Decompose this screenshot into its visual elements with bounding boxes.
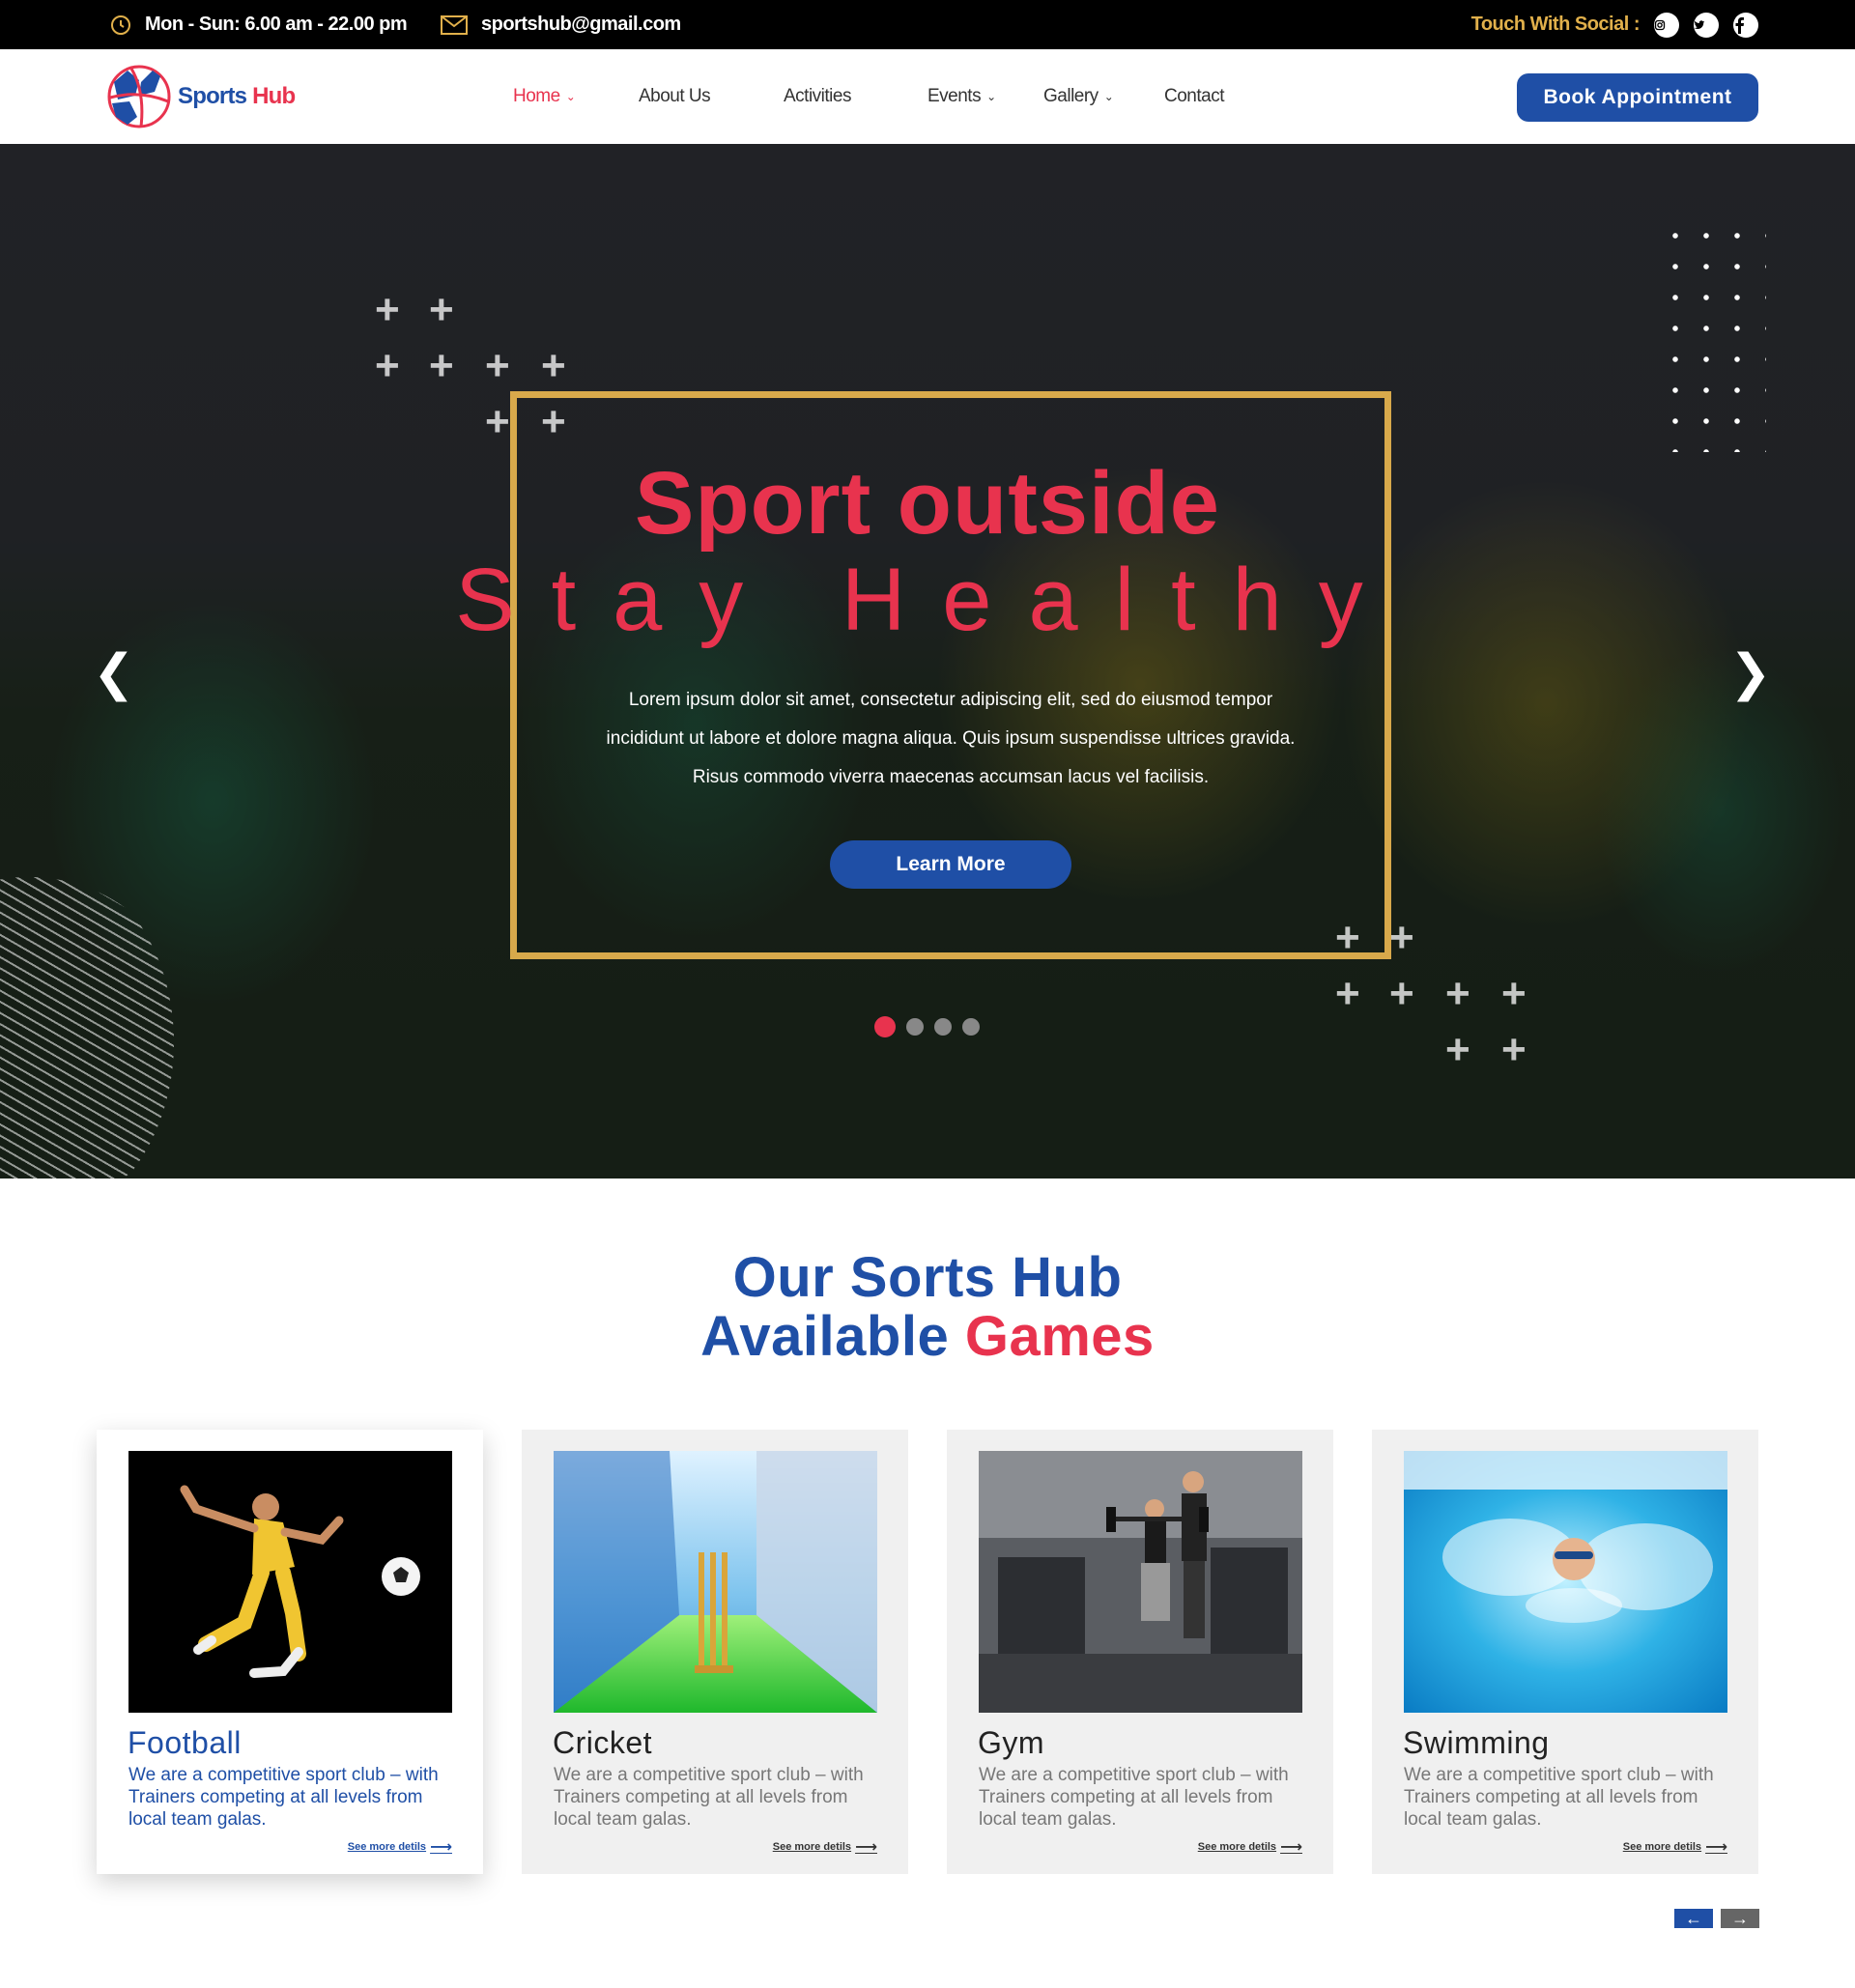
twitter-icon[interactable] (1694, 12, 1719, 38)
section-title-line1: Our Sorts Hub (0, 1248, 1855, 1307)
slider-prev-arrow-icon[interactable]: ❮ (93, 644, 135, 702)
card-description: We are a competitive sport club – with T… (554, 1765, 864, 1830)
see-more-link[interactable]: See more detils ⟶ (1198, 1837, 1302, 1857)
cricket-image (554, 1451, 877, 1713)
arrow-right-icon: ⟶ (1705, 1839, 1727, 1856)
card-description: We are a competitive sport club – with T… (128, 1765, 439, 1830)
section-title-text-2b: Games (964, 1305, 1155, 1368)
learn-more-button[interactable]: Learn More (830, 840, 1071, 889)
nav-label-events: Events (928, 86, 982, 106)
social-links: Touch With Social : (1471, 0, 1758, 49)
top-bar: Mon - Sun: 6.00 am - 22.00 pm sportshub@… (0, 0, 1855, 49)
social-label: Touch With Social : (1470, 14, 1641, 35)
chevron-down-icon: ⌄ (565, 90, 576, 103)
clock-icon (111, 14, 130, 35)
hero-slider: + + + + + + + + + + + + + + + + Sport outside Stay… (0, 144, 1855, 1179)
card-description: We are a competitive sport club – with T… (1404, 1765, 1714, 1830)
card-title: Cricket (553, 1725, 653, 1760)
nav-item-home[interactable]: Home ⌄ (513, 49, 576, 144)
slider-dot-3[interactable] (934, 1018, 952, 1036)
dot-grid-decoration (1660, 220, 1766, 452)
swimming-image (1404, 1451, 1727, 1713)
nav-item-gallery[interactable]: Gallery ⌄ (1043, 49, 1114, 144)
nav-label-home: Home (513, 86, 560, 106)
nav-item-contact[interactable]: Contact (1164, 49, 1224, 144)
gym-image (979, 1451, 1302, 1713)
cards-next-button[interactable]: → (1721, 1909, 1759, 1928)
nav-label-about: About Us (639, 86, 711, 106)
nav-item-events[interactable]: Events ⌄ (928, 49, 996, 144)
arrow-right-icon: ⟶ (855, 1839, 877, 1856)
see-more-text: See more detils (1622, 1841, 1702, 1853)
chevron-down-icon: ⌄ (986, 90, 996, 103)
see-more-link[interactable]: See more detils ⟶ (1623, 1837, 1727, 1857)
arrow-right-icon: → (1731, 1908, 1749, 1928)
email-contact[interactable]: sportshub@gmail.com (441, 0, 681, 49)
game-card-gym[interactable]: Gym We are a competitive sport club – wi… (947, 1430, 1333, 1874)
section-title-line2: Available Games (0, 1307, 1855, 1366)
arrow-right-icon: ⟶ (430, 1839, 452, 1856)
card-description: We are a competitive sport club – with T… (979, 1765, 1289, 1830)
slider-dot-1[interactable] (874, 1016, 896, 1037)
opening-hours: Mon - Sun: 6.00 am - 22.00 pm (110, 0, 408, 49)
hero-subtitle: Stay Healthy (455, 551, 1400, 649)
chevron-down-icon: ⌄ (1103, 90, 1114, 103)
instagram-icon[interactable] (1654, 12, 1679, 38)
card-title: Football (128, 1725, 242, 1760)
see-more-text: See more detils (1197, 1841, 1277, 1853)
slider-dot-4[interactable] (962, 1018, 980, 1036)
see-more-text: See more detils (347, 1841, 427, 1853)
slider-dots (874, 1016, 990, 1037)
see-more-link[interactable]: See more detils ⟶ (348, 1837, 452, 1857)
arrow-right-icon: ⟶ (1280, 1839, 1302, 1856)
cards-prev-button[interactable]: ← (1674, 1909, 1713, 1928)
nav-item-about[interactable]: About Us (639, 49, 711, 144)
game-card-swimming[interactable]: Swimming We are a competitive sport club… (1372, 1430, 1758, 1874)
card-title: Swimming (1403, 1725, 1550, 1760)
slider-dot-2[interactable] (906, 1018, 924, 1036)
nav-label-activities: Activities (784, 86, 851, 106)
nav-label-gallery: Gallery (1043, 86, 1099, 106)
see-more-text: See more detils (772, 1841, 852, 1853)
mail-icon (441, 14, 468, 35)
email-text[interactable]: sportshub@gmail.com (481, 14, 681, 36)
hero-title: Sport outside (635, 454, 1220, 553)
slider-next-arrow-icon[interactable]: ❯ (1729, 644, 1772, 702)
book-appointment-button[interactable]: Book Appointment (1517, 73, 1758, 122)
main-header: Sports Hub Home ⌄ About Us Activities Eve… (0, 49, 1855, 144)
nav-item-activities[interactable]: Activities (784, 49, 851, 144)
section-title-text-1: Our Sorts Hub (732, 1246, 1123, 1309)
see-more-link[interactable]: See more detils ⟶ (773, 1837, 877, 1857)
card-title: Gym (978, 1725, 1045, 1760)
nav-label-contact: Contact (1164, 86, 1224, 106)
football-image (128, 1451, 452, 1713)
game-card-football[interactable]: Football We are a competitive sport club… (97, 1430, 483, 1874)
hero-description: Lorem ipsum dolor sit amet, consectetur … (606, 690, 1296, 787)
hours-text: Mon - Sun: 6.00 am - 22.00 pm (145, 14, 408, 35)
game-card-cricket[interactable]: Cricket We are a competitive sport club … (522, 1430, 908, 1874)
facebook-icon[interactable] (1733, 12, 1758, 38)
arrow-left-icon: ← (1685, 1908, 1702, 1928)
section-title-text-2a: Available (700, 1305, 950, 1368)
